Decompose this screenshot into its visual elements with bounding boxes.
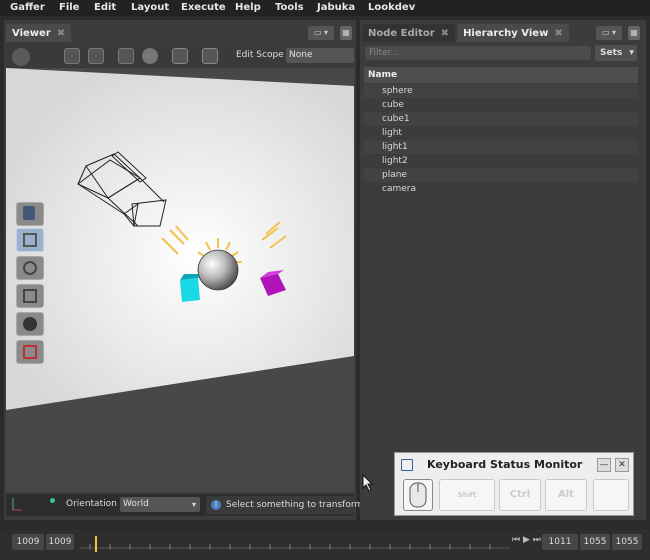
playback-start-field[interactable]: 1009 (46, 534, 74, 550)
viewer-toolbar: Edit Scope None (6, 43, 354, 69)
viewer-status-row: Orientation World ▾ i Select something t… (6, 494, 363, 516)
menu-lookdev[interactable]: Lookdev (368, 2, 415, 13)
hierarchy-row[interactable]: plane (364, 168, 638, 182)
orientation-value: World (123, 499, 149, 509)
sets-label: Sets (600, 48, 623, 58)
menu-bar: Gaffer File Edit Layout Execute Help Too… (0, 0, 650, 16)
camera-icon[interactable] (172, 48, 188, 64)
shading-sphere-icon[interactable] (142, 48, 158, 64)
edit-scope-select[interactable]: None (286, 48, 354, 63)
viewer-tabbar: Viewer ✖ (6, 22, 73, 42)
chevron-down-icon: ▾ (629, 48, 634, 58)
translate-tool-button[interactable] (16, 228, 44, 252)
info-icon: i (211, 500, 221, 510)
grid-icon[interactable]: ▦ (628, 26, 640, 40)
hierarchy-row[interactable]: light (364, 126, 638, 140)
orientation-select[interactable]: World ▾ (120, 497, 200, 512)
hierarchy-row[interactable]: camera (364, 182, 638, 196)
tab-hierarchy-view[interactable]: Hierarchy View ✖ (457, 24, 569, 42)
scale-icon (23, 289, 37, 303)
hierarchy-row[interactable]: light2 (364, 154, 638, 168)
cursor-icon (23, 206, 35, 220)
viewport[interactable] (6, 68, 354, 492)
menu-file[interactable]: File (59, 2, 79, 13)
range-end-field[interactable]: 1055 (612, 534, 642, 550)
cyan-cube (180, 274, 200, 302)
filter-input[interactable]: Filter... (365, 46, 591, 60)
tab-viewer-label: Viewer (12, 27, 51, 39)
tab-hierarchy-view-label: Hierarchy View (463, 27, 549, 39)
menu-jabuka[interactable]: Jabuka (317, 2, 355, 13)
hierarchy-view: Filter... Sets ▾ Name sphere cube cube1 … (362, 44, 642, 514)
edit-scope-label: Edit Scope (236, 50, 284, 60)
sphere (197, 249, 239, 291)
start-frame-field[interactable]: 1009 (12, 534, 44, 550)
selection-mask-icon[interactable] (88, 48, 104, 64)
crop-icon (23, 345, 37, 359)
key-alt: Alt (545, 479, 587, 511)
key-ctrl: Ctrl (499, 479, 541, 511)
mouse-icon (403, 479, 433, 511)
minimize-icon[interactable]: — (597, 458, 611, 472)
rotate-tool-button[interactable] (16, 256, 44, 280)
monitor-title: Keyboard Status Monitor (427, 458, 583, 471)
close-icon[interactable]: ✖ (554, 28, 562, 39)
hand-icon[interactable] (12, 48, 30, 66)
menu-execute[interactable]: Execute (181, 2, 226, 13)
key-shift: Shift (439, 479, 495, 511)
menu-edit[interactable]: Edit (94, 2, 116, 13)
axes-icon (10, 496, 24, 511)
status-message: Select something to transform (226, 500, 364, 510)
inspector-icon[interactable] (64, 48, 80, 64)
status-dot-icon (50, 498, 55, 503)
chevron-down-icon: ▾ (191, 500, 196, 509)
orientation-label: Orientation (66, 499, 117, 509)
hierarchy-row[interactable]: sphere (364, 84, 638, 98)
playback-controls-icon[interactable]: ⏮ ▶ ⏭ (512, 535, 541, 545)
sets-button[interactable]: Sets ▾ (595, 45, 637, 61)
scale-tool-button[interactable] (16, 284, 44, 308)
box-icon[interactable] (118, 48, 134, 64)
playback-end-field[interactable]: 1011 (542, 534, 578, 550)
menu-layout[interactable]: Layout (131, 2, 169, 13)
layout-menu-button[interactable]: ▭ ▾ (308, 26, 334, 40)
scene-view (6, 68, 354, 410)
mouse-cursor-icon (362, 474, 374, 492)
layout-menu-button[interactable]: ▭ ▾ (596, 26, 622, 40)
rotate-icon (23, 261, 37, 275)
transform-hint: i Select something to transform (206, 496, 363, 514)
end-frame-field[interactable]: 1055 (580, 534, 610, 550)
hierarchy-row[interactable]: cube (364, 98, 638, 112)
menu-tools[interactable]: Tools (275, 2, 304, 13)
camera-tool-button[interactable] (16, 312, 44, 336)
hierarchy-row[interactable]: light1 (364, 140, 638, 154)
crop-tool-button[interactable] (16, 340, 44, 364)
move-icon (23, 233, 37, 247)
close-icon[interactable]: ✖ (441, 28, 449, 39)
menu-gaffer[interactable]: Gaffer (10, 2, 45, 13)
frame-ruler[interactable] (80, 534, 510, 554)
column-header-name[interactable]: Name (364, 67, 638, 83)
right-tabbar: Node Editor ✖ Hierarchy View ✖ (362, 22, 571, 42)
close-icon[interactable]: ✖ (57, 28, 65, 39)
grid-view-icon[interactable] (202, 48, 218, 64)
grid-icon[interactable]: ▦ (340, 26, 352, 40)
tab-node-editor[interactable]: Node Editor ✖ (362, 24, 456, 42)
select-tool-button[interactable] (16, 202, 44, 226)
menu-help[interactable]: Help (235, 2, 261, 13)
tab-node-editor-label: Node Editor (368, 27, 435, 39)
timeline: 1009 1009 ⏮ ▶ ⏭ 1011 1055 1055 (0, 530, 650, 560)
window-icon (401, 459, 413, 471)
key-extra (593, 479, 629, 511)
hierarchy-row[interactable]: cube1 (364, 112, 638, 126)
keyboard-status-monitor: Keyboard Status Monitor — ✕ Shift Ctrl A… (394, 452, 634, 516)
tab-viewer[interactable]: Viewer ✖ (6, 24, 72, 42)
close-icon[interactable]: ✕ (615, 458, 629, 472)
camera-lens-icon (23, 317, 37, 331)
